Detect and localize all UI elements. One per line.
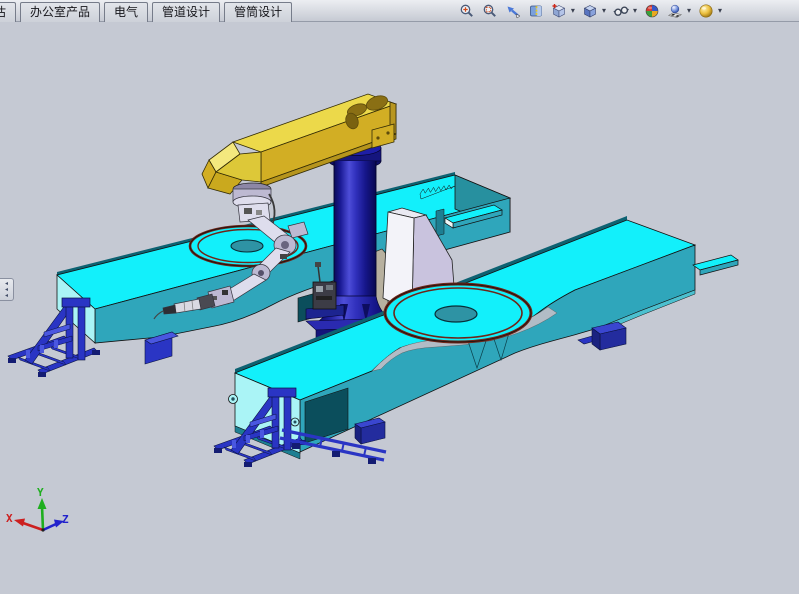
view-settings-dropdown-icon[interactable]: ▾ [718, 7, 722, 15]
view-settings-icon[interactable] [697, 2, 715, 20]
orientation-triad: Y X Z [6, 486, 69, 532]
tab-electrical[interactable]: 电气 [104, 2, 148, 22]
front-turntable-ring[interactable] [385, 284, 531, 342]
tab-piping-design[interactable]: 管道设计 [152, 2, 220, 22]
heads-up-view-toolbar: ▾ ▾ ▾ [458, 2, 723, 20]
3d-model-view[interactable]: Y X Z [0, 22, 799, 589]
command-manager-toolbar: 估 办公室产品 电气 管道设计 管筒设计 [0, 0, 799, 22]
hide-show-items-icon[interactable] [612, 2, 630, 20]
collapse-arrow-icon: ◂ [5, 293, 8, 299]
triad-y-label: Y [37, 486, 44, 499]
previous-view-icon[interactable] [504, 2, 522, 20]
front-beam-end-plate[interactable] [693, 255, 738, 275]
triad-z-label: Z [62, 513, 69, 526]
apply-scene-icon[interactable] [666, 2, 684, 20]
triad-x-label: X [6, 512, 13, 525]
view-orientation-dropdown-icon[interactable]: ▾ [571, 7, 575, 15]
tab-tubing-design[interactable]: 管筒设计 [224, 2, 292, 22]
view-orientation-icon[interactable] [550, 2, 568, 20]
zoom-to-area-icon[interactable] [481, 2, 499, 20]
display-style-dropdown-icon[interactable]: ▾ [602, 7, 606, 15]
command-tabs: 估 办公室产品 电气 管道设计 管筒设计 [0, 0, 292, 22]
zoom-to-fit-icon[interactable] [458, 2, 476, 20]
feature-panel-collapse-control[interactable]: ◂ ◂ ◂ [0, 278, 14, 301]
tab-evaluate-partial[interactable]: 估 [0, 2, 16, 22]
display-style-icon[interactable] [581, 2, 599, 20]
hide-show-dropdown-icon[interactable]: ▾ [633, 7, 637, 15]
edit-appearance-icon[interactable] [643, 2, 661, 20]
graphics-area[interactable]: Y X Z ◂ ◂ ◂ [0, 22, 799, 589]
tab-office-products[interactable]: 办公室产品 [20, 2, 100, 22]
apply-scene-dropdown-icon[interactable]: ▾ [687, 7, 691, 15]
solidworks-window: 估 办公室产品 电气 管道设计 管筒设计 [0, 0, 799, 589]
section-view-icon[interactable] [527, 2, 545, 20]
